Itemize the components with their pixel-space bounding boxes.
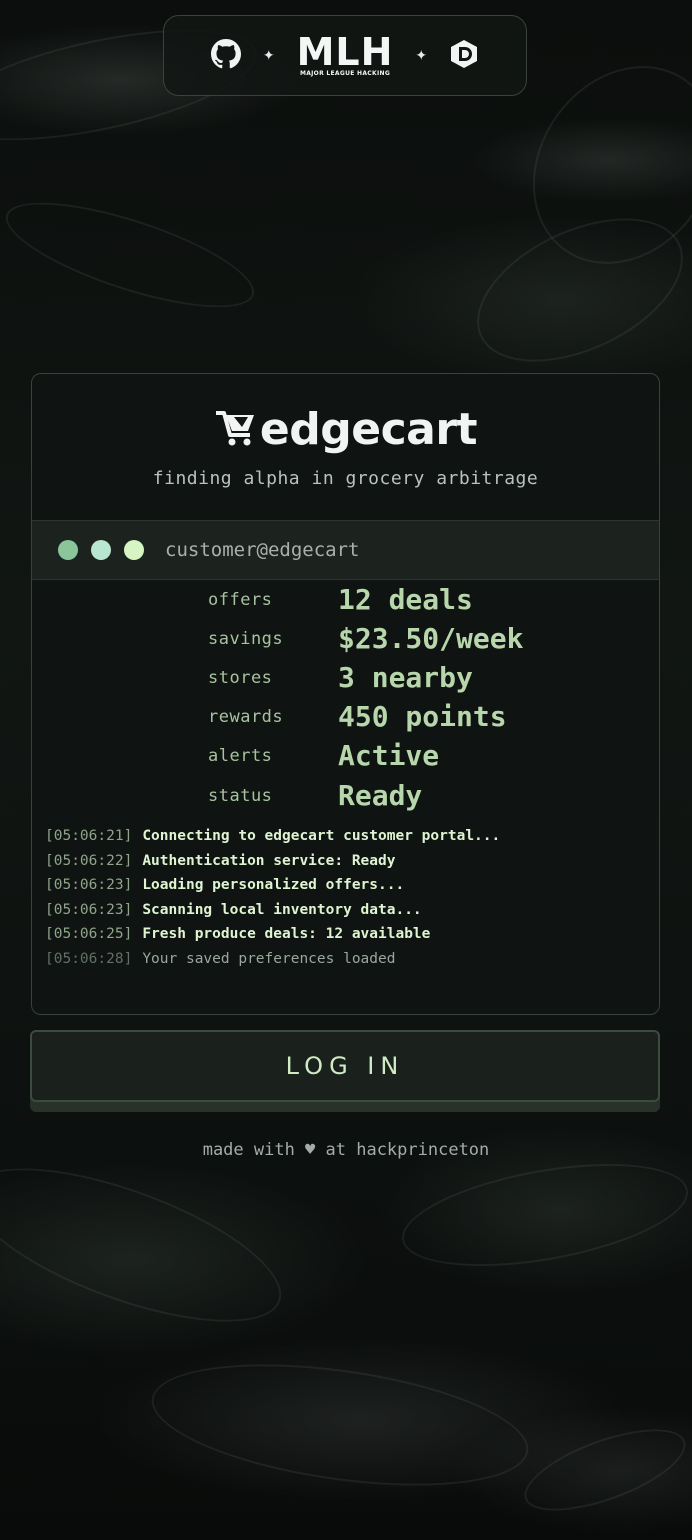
stat-label: offers — [208, 589, 273, 610]
stat-value: $23.50/week — [338, 622, 524, 655]
log-timestamp: [05:06:23] — [45, 901, 133, 918]
stat-label: savings — [208, 628, 284, 649]
log-line: [05:06:25] Fresh produce deals: 12 availa… — [45, 922, 645, 947]
stat-label: status — [208, 785, 273, 806]
stat-value: Active — [338, 739, 440, 772]
brand: edgecart — [32, 404, 659, 455]
terminal-dot — [58, 540, 78, 560]
log-timestamp: [05:06:25] — [45, 926, 133, 942]
footer-text: made with ♥ at hackprinceton — [202, 1140, 490, 1160]
stat-label: stores — [208, 667, 273, 688]
log-line: [05:06:23] Scanning local inventory data.… — [45, 898, 645, 923]
login-card: edgecart finding alpha in grocery arbitr… — [31, 373, 660, 1015]
github-icon[interactable] — [210, 38, 241, 73]
log-message: Loading personalized offers... — [142, 877, 405, 893]
log-message: Connecting to edgecart customer portal..… — [142, 828, 501, 844]
stat-row: rewards 450 points — [208, 697, 628, 736]
separator-icon: ✦ — [262, 47, 275, 64]
stat-row: offers 12 deals — [208, 580, 628, 619]
stat-label: alerts — [208, 745, 273, 766]
stat-value: 450 points — [338, 700, 507, 733]
log-line: [05:06:28] Your saved preferences loaded — [45, 947, 645, 972]
cart-icon — [214, 407, 256, 453]
terminal-header: customer@edgecart — [32, 520, 659, 580]
brand-name: edgecart — [259, 404, 478, 455]
log-message: Your saved preferences loaded — [142, 950, 396, 967]
log-line: [05:06:22] Authentication service: Ready — [45, 849, 645, 874]
log-line: [05:06:21] Connecting to edgecart custome… — [45, 824, 645, 849]
log-message: Fresh produce deals: 12 available — [142, 926, 431, 942]
terminal-log: [05:06:21] Connecting to edgecart custome… — [45, 824, 645, 971]
mlh-logo[interactable]: MLH MAJOR LEAGUE HACKING — [296, 29, 394, 78]
background-swirl — [0, 181, 265, 329]
stat-value: 12 deals — [338, 583, 473, 616]
stat-row: savings $23.50/week — [208, 619, 628, 658]
log-message: Authentication service: Ready — [142, 852, 396, 869]
stat-row: status Ready — [208, 775, 628, 816]
mlh-logo-text: MLH — [296, 29, 394, 74]
tagline: finding alpha in grocery arbitrage — [152, 468, 539, 489]
log-line: [05:06:23] Loading personalized offers... — [45, 873, 645, 898]
stat-label: rewards — [208, 706, 284, 727]
separator-icon: ✦ — [415, 47, 428, 64]
log-timestamp: [05:06:22] — [45, 852, 133, 869]
stat-row: alerts Active — [208, 736, 628, 775]
log-message: Scanning local inventory data... — [142, 901, 422, 918]
d-logo-icon[interactable] — [449, 39, 479, 73]
stat-value: 3 nearby — [338, 661, 473, 694]
sponsor-bar: ✦ MLH MAJOR LEAGUE HACKING ✦ — [163, 15, 527, 96]
background-swirl — [514, 1412, 692, 1528]
background-swirl — [454, 189, 692, 391]
log-timestamp: [05:06:23] — [45, 877, 133, 893]
log-timestamp: [05:06:21] — [45, 828, 133, 844]
terminal-dot — [124, 540, 144, 560]
background-swirl — [144, 1344, 536, 1506]
mlh-logo-subtext: MAJOR LEAGUE HACKING — [299, 69, 391, 77]
stat-value: Ready — [338, 779, 423, 812]
terminal-dot — [91, 540, 111, 560]
stats-list: offers 12 deals savings $23.50/week stor… — [208, 580, 628, 816]
stat-row: stores 3 nearby — [208, 658, 628, 697]
background-swirl — [0, 1136, 299, 1354]
log-timestamp: [05:06:28] — [45, 950, 133, 967]
terminal-user: customer@edgecart — [165, 539, 360, 561]
login-button[interactable]: LOG IN — [30, 1030, 660, 1102]
background-swirl — [394, 1145, 692, 1285]
